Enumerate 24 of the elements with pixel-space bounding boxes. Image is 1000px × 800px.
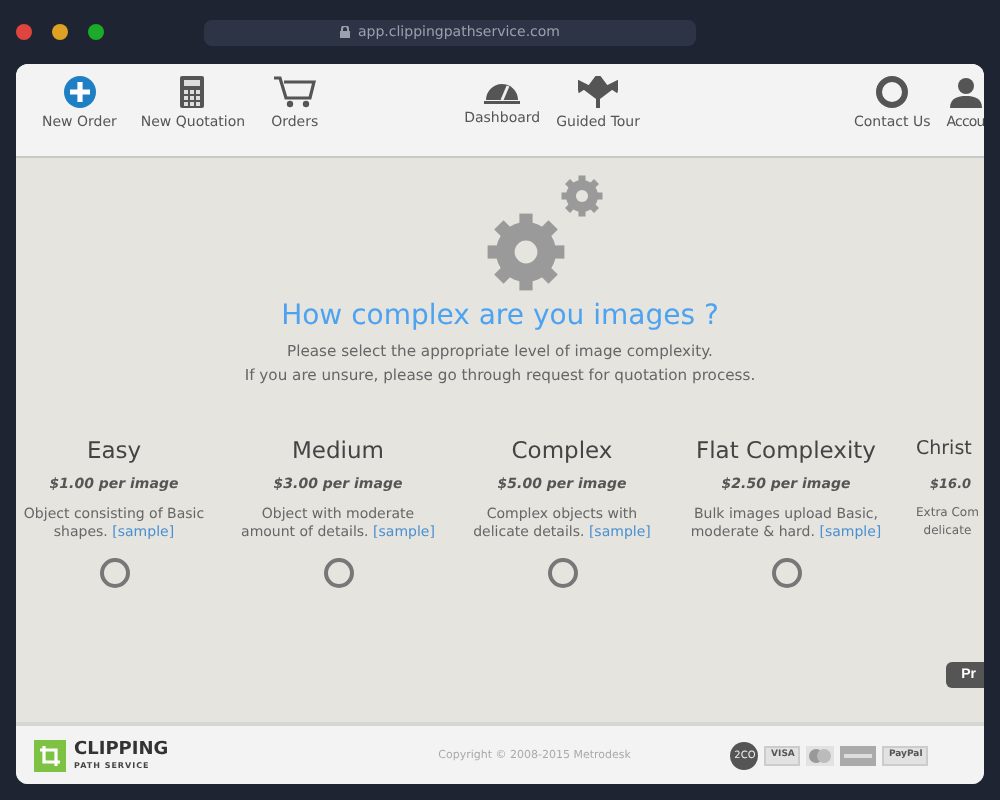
option-title: Easy xyxy=(86,436,142,464)
plus-circle-icon xyxy=(63,76,96,108)
option-title: Flat Complexity xyxy=(696,436,876,464)
logo-text: CLIPPING xyxy=(74,740,169,760)
lifebuoy-icon xyxy=(876,76,909,108)
lock-icon xyxy=(339,26,350,38)
card-icon xyxy=(840,745,877,765)
crop-logo-icon xyxy=(34,739,66,771)
option-title: Medium xyxy=(292,436,384,464)
option-radio[interactable] xyxy=(547,558,577,588)
cart-icon xyxy=(273,76,316,108)
arrows-icon xyxy=(578,76,619,108)
user-icon xyxy=(949,76,982,108)
option-radio[interactable] xyxy=(99,558,129,588)
calculator-icon xyxy=(180,76,205,108)
card-circles-icon xyxy=(806,745,835,765)
option-radio[interactable] xyxy=(771,558,801,588)
maximize-button[interactable] xyxy=(88,24,104,40)
page-heading: How complex are you images ? xyxy=(281,300,719,332)
minimize-button[interactable] xyxy=(52,24,68,40)
option-radio[interactable] xyxy=(323,558,353,588)
option-title: Complex xyxy=(511,436,613,464)
close-button[interactable] xyxy=(16,24,32,40)
option-title: Christ xyxy=(916,436,972,464)
